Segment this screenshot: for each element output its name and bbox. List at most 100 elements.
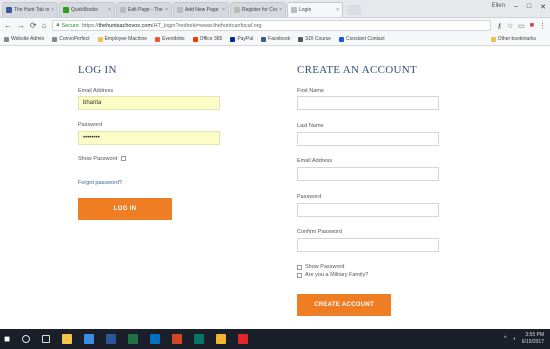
chrome-icon[interactable] xyxy=(216,334,227,344)
close-window-button[interactable]: ✕ xyxy=(540,3,546,11)
excel-icon[interactable] xyxy=(128,334,139,344)
forgot-password-link[interactable]: Forgot password? xyxy=(78,180,122,186)
back-icon[interactable]: ← xyxy=(4,21,12,30)
home-icon[interactable]: ⌂ xyxy=(42,21,47,30)
tab-label: QuickBooks xyxy=(71,7,98,13)
bookmark-item[interactable]: Eventbrite xyxy=(155,36,185,42)
tab-favicon-icon xyxy=(177,7,183,13)
close-tab-icon[interactable]: × xyxy=(336,7,339,13)
bookmark-label: PayPal xyxy=(237,36,254,42)
search-icon[interactable] xyxy=(22,335,31,343)
tab-label: Login xyxy=(299,7,312,13)
bookmark-item[interactable]: PayPal xyxy=(230,36,253,42)
military-family-label: Are you a Military Family? xyxy=(305,272,369,278)
signup-section: CREATE AN ACCOUNT xyxy=(297,64,447,76)
bookmark-item[interactable]: Facebook xyxy=(261,36,290,42)
create-account-button[interactable]: CREATE ACCOUNT xyxy=(297,294,391,316)
browser-tab[interactable]: Edit Page - The Hu× xyxy=(116,2,172,17)
window-user[interactable]: Ellen xyxy=(492,3,505,11)
taskbar-apps xyxy=(62,334,260,344)
bookmark-label: Constant Contact xyxy=(345,36,385,42)
word-icon[interactable] xyxy=(106,334,117,344)
windows-taskbar: ■ ^ ◖ 3:55 PM 6/15/2017 xyxy=(0,329,550,349)
confirm-password-input[interactable] xyxy=(297,238,439,252)
login-show-password-checkbox[interactable] xyxy=(120,156,126,162)
minimize-button[interactable]: – xyxy=(514,3,518,11)
tab-favicon-icon xyxy=(120,7,126,13)
first-name-input[interactable] xyxy=(297,96,439,110)
login-heading: LOG IN xyxy=(78,64,117,76)
browser-tab[interactable]: The Hunt Tab on Im× xyxy=(2,2,58,17)
bookmark-item[interactable]: SDI Course xyxy=(298,36,331,42)
signup-show-password-checkbox[interactable] xyxy=(297,264,302,270)
login-show-password[interactable]: Show Password xyxy=(78,156,126,162)
maximize-button[interactable]: □ xyxy=(527,3,531,11)
new-tab-button[interactable] xyxy=(347,5,361,15)
bookmark-item[interactable]: Employee Machine xyxy=(97,36,148,42)
browser-tab[interactable]: Login × xyxy=(287,2,343,17)
bookmarks-bar: Website Admin ConvoPerfect Employee Machin… xyxy=(0,33,550,46)
close-tab-icon[interactable]: × xyxy=(108,7,111,13)
bookmark-favicon-icon xyxy=(338,36,344,42)
browser-tab[interactable]: QuickBooks × xyxy=(59,2,115,17)
file-explorer-icon[interactable] xyxy=(62,334,73,344)
confirm-password-label: Confirm Password xyxy=(297,229,342,235)
military-family-checkbox[interactable] xyxy=(297,272,302,278)
signup-password-input[interactable] xyxy=(297,203,439,217)
volume-icon[interactable]: ◖ xyxy=(513,336,516,343)
other-bookmarks[interactable]: Other bookmarks xyxy=(490,36,536,42)
reload-icon[interactable]: ⟳ xyxy=(30,21,37,30)
close-tab-icon[interactable]: × xyxy=(279,7,282,13)
menu-icon[interactable]: ⋮ xyxy=(539,22,546,30)
close-tab-icon[interactable]: × xyxy=(222,7,225,13)
cast-icon[interactable]: ▭ xyxy=(518,22,525,30)
star-icon[interactable]: ☆ xyxy=(507,22,513,30)
login-button[interactable]: LOG IN xyxy=(78,198,172,220)
login-password-input[interactable]: •••••••• xyxy=(78,131,220,145)
publisher-icon[interactable] xyxy=(194,334,205,344)
close-tab-icon[interactable]: × xyxy=(165,7,168,13)
outlook-icon[interactable] xyxy=(150,334,161,344)
bookmark-label: SDI Course xyxy=(305,36,331,42)
tab-favicon-icon xyxy=(234,7,240,13)
last-name-label: Last Name xyxy=(297,123,324,129)
powerpoint-icon[interactable] xyxy=(172,334,183,344)
forward-icon[interactable]: → xyxy=(17,21,25,30)
bookmark-favicon-icon xyxy=(192,36,198,42)
signup-show-password[interactable]: Show Password xyxy=(297,264,344,270)
key-icon[interactable]: ⚷ xyxy=(497,22,502,30)
tab-favicon-icon xyxy=(63,7,69,13)
tab-strip: The Hunt Tab on Im×QuickBooks×Edit Page … xyxy=(2,2,344,17)
tray-expand-icon[interactable]: ^ xyxy=(504,336,507,343)
store-icon[interactable] xyxy=(84,334,95,344)
windows-start-icon[interactable]: ■ xyxy=(4,334,10,345)
bookmark-favicon-icon xyxy=(52,36,58,42)
system-tray: ^ ◖ 3:55 PM 6/15/2017 xyxy=(504,332,544,346)
close-tab-icon[interactable]: × xyxy=(51,7,54,13)
login-email-input[interactable]: bhanta xyxy=(78,96,220,110)
extension-icon[interactable]: ■ xyxy=(530,22,534,30)
military-family[interactable]: Are you a Military Family? xyxy=(297,272,368,278)
signup-password-label: Password xyxy=(297,194,322,200)
secure-label: Secure xyxy=(61,22,79,29)
login-show-password-label: Show Password xyxy=(78,156,118,162)
task-view-icon[interactable] xyxy=(42,335,51,343)
last-name-input[interactable] xyxy=(297,132,439,146)
browser-tab[interactable]: Add New Page × xyxy=(173,2,229,17)
url-path: /HT_login?redirekt=www.thehuntcanfocal.o… xyxy=(151,22,262,29)
bookmark-item[interactable]: Office 365 xyxy=(192,36,222,42)
browser-tab[interactable]: Register for Cour × xyxy=(230,2,286,17)
bookmark-label: Facebook xyxy=(268,36,291,42)
bookmark-label: Employee Machine xyxy=(104,36,148,42)
url-input[interactable]: 🔒︎ Secure https:// thehuntsachovox.com /… xyxy=(51,20,491,31)
extension-icons: ⚷ ☆ ▭ ■ ⋮ xyxy=(497,22,546,30)
bookmark-item[interactable]: ConvoPerfect xyxy=(52,36,90,42)
acrobat-icon[interactable] xyxy=(238,334,249,344)
clock[interactable]: 3:55 PM 6/15/2017 xyxy=(522,332,544,346)
tab-favicon-icon xyxy=(291,7,297,13)
signup-email-input[interactable] xyxy=(297,167,439,181)
clock-date: 6/15/2017 xyxy=(521,339,544,345)
tab-label: Edit Page - The Hu xyxy=(128,7,163,13)
bookmark-item[interactable]: Constant Contact xyxy=(338,36,385,42)
bookmark-item[interactable]: Website Admin xyxy=(4,36,44,42)
